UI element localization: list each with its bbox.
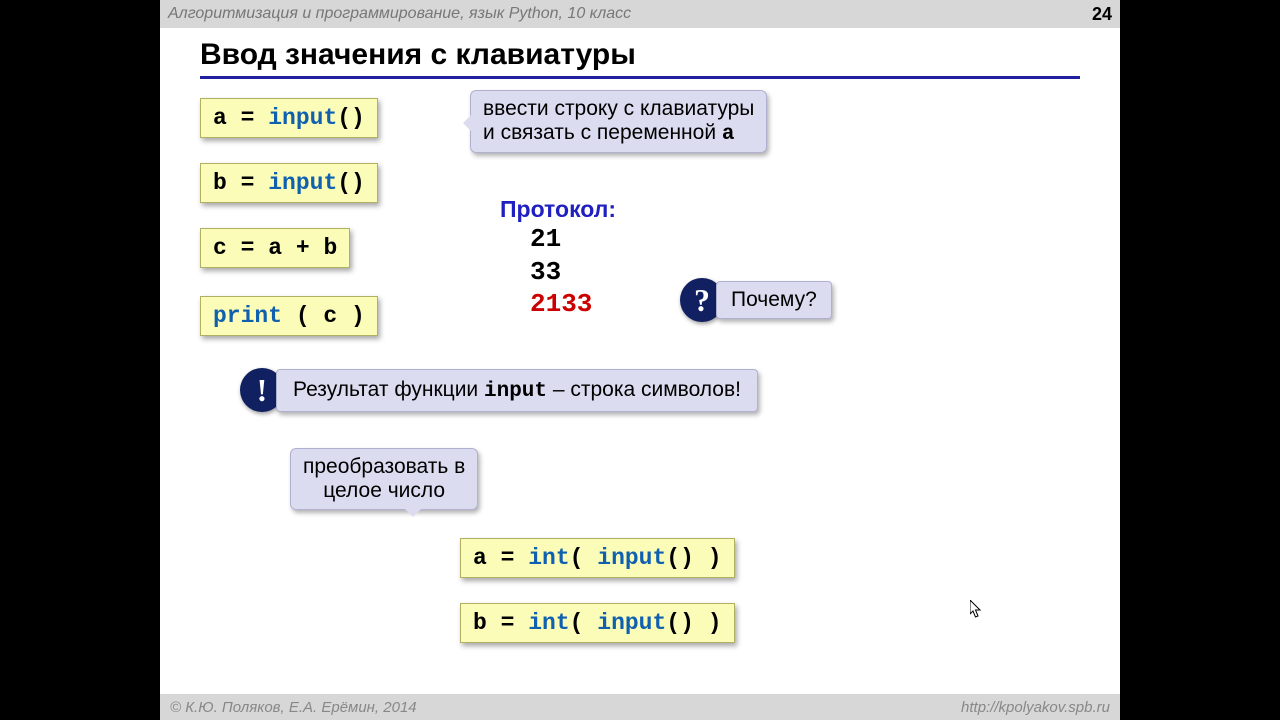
protocol-line-3: 2133 — [500, 288, 616, 321]
code-print-c: print ( c ) — [200, 296, 378, 336]
protocol-label: Протокол: — [500, 196, 616, 223]
code-b-input: b = input() — [200, 163, 378, 203]
slide: Алгоритмизация и программирование, язык … — [160, 0, 1120, 720]
bubble-result: Результат функции input – строка символо… — [276, 369, 758, 412]
bubble-why: Почему? — [716, 281, 832, 319]
protocol-line-2: 33 — [500, 256, 616, 289]
code-a-input: a = input() — [200, 98, 378, 138]
footer-left: © К.Ю. Поляков, Е.А. Ерёмин, 2014 — [170, 699, 961, 716]
protocol-block: Протокол: 21 33 2133 — [500, 196, 616, 321]
header-bar: Алгоритмизация и программирование, язык … — [160, 0, 1120, 28]
content: Ввод значения с клавиатуры a = input() b… — [160, 28, 1120, 694]
code-b-int-input: b = int( input() ) — [460, 603, 735, 643]
bubble-convert: преобразовать в целое число — [290, 448, 478, 510]
protocol-line-1: 21 — [500, 223, 616, 256]
page-number: 24 — [1092, 4, 1112, 25]
code-a-int-input: a = int( input() ) — [460, 538, 735, 578]
footer-right: http://kpolyakov.spb.ru — [961, 699, 1110, 716]
slide-title: Ввод значения с клавиатуры — [200, 38, 1080, 79]
code-c-concat: c = a + b — [200, 228, 350, 268]
bubble-input-desc: ввести строку с клавиатуры и связать с п… — [470, 90, 767, 153]
header-title: Алгоритмизация и программирование, язык … — [168, 5, 1092, 23]
cursor-icon — [970, 600, 982, 618]
footer-bar: © К.Ю. Поляков, Е.А. Ерёмин, 2014 http:/… — [160, 694, 1120, 720]
